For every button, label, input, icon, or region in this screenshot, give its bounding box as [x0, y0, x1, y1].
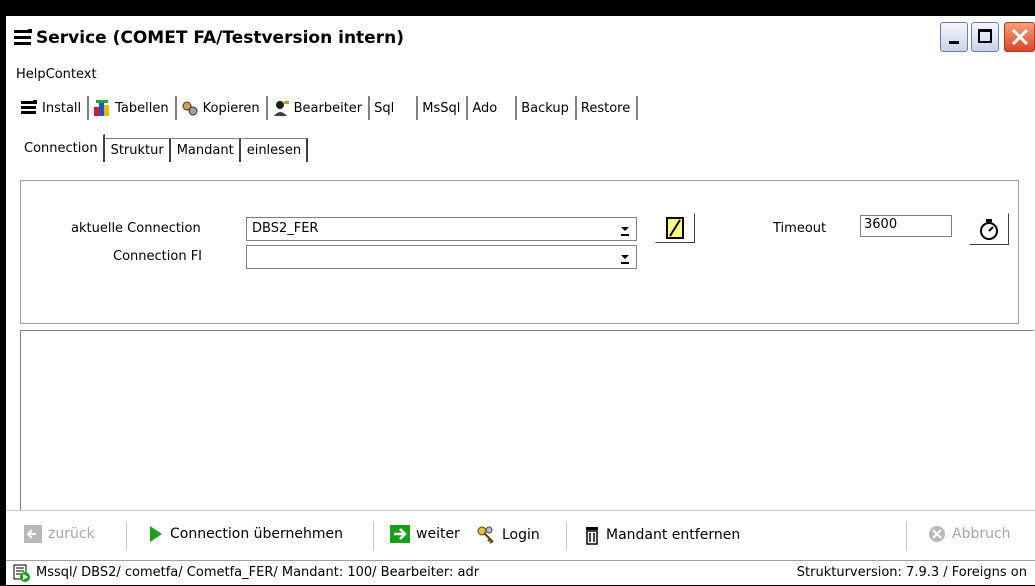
sub-tab-bar: Connection Struktur Mandant einlesen — [18, 134, 309, 162]
menu-help-context[interactable]: HelpContext — [16, 67, 97, 82]
install-icon — [21, 100, 37, 114]
tab-install[interactable]: Install — [16, 96, 90, 120]
window-title: Service (COMET FA/Testversion intern) — [36, 28, 404, 48]
keys-icon — [477, 526, 494, 544]
connection-fi-select[interactable] — [246, 245, 637, 269]
arrow-right-icon — [390, 525, 410, 543]
tab-tabellen[interactable]: Tabellen — [89, 96, 177, 120]
tab-bearbeiter-label: Bearbeiter — [293, 100, 363, 116]
cancel-button[interactable]: Abbruch — [928, 525, 1011, 543]
subtab-mandant[interactable]: Mandant — [170, 138, 241, 162]
timeout-input[interactable]: 3600 — [860, 215, 952, 237]
app-icon — [14, 29, 32, 45]
chevron-down-icon[interactable] — [616, 220, 634, 238]
tab-bearbeiter[interactable]: Bearbeiter — [268, 96, 371, 120]
timeout-button[interactable] — [969, 213, 1009, 245]
cancel-label: Abbruch — [952, 526, 1011, 542]
subtab-struktur-label: Struktur — [110, 143, 164, 158]
status-structure-version: Strukturversion: 7.9.3 / Foreigns on — [796, 565, 1027, 580]
play-icon — [150, 526, 162, 542]
subtab-einlesen-label: einlesen — [246, 143, 302, 158]
database-status-icon — [13, 564, 30, 582]
tab-sql-label: Sql — [374, 100, 395, 116]
tab-ado-label: Ado — [472, 100, 498, 116]
main-tab-bar: Install Tabellen Kopieren Bearbeiter Sql — [16, 94, 639, 122]
tab-restore[interactable]: Restore — [577, 96, 639, 120]
next-label: weiter — [416, 526, 460, 542]
current-connection-value: DBS2_FER — [252, 221, 319, 236]
timeout-label: Timeout — [773, 221, 827, 236]
wizard-toolbar: zurück Connection übernehmen weiter Logi… — [6, 510, 1035, 561]
subtab-connection-label: Connection — [24, 141, 98, 156]
remove-client-button[interactable]: Mandant entfernen — [584, 525, 740, 545]
log-memo[interactable] — [20, 330, 1034, 512]
remove-client-label: Mandant entfernen — [606, 527, 741, 543]
chevron-down-icon[interactable] — [616, 248, 634, 266]
toolbar-separator — [126, 521, 127, 551]
copy-gears-icon — [182, 101, 198, 116]
subtab-mandant-label: Mandant — [176, 143, 234, 158]
toolbar-separator — [373, 521, 374, 551]
connection-panel: aktuelle Connection DBS2_FER Timeout 360… — [20, 180, 1019, 324]
tab-sql[interactable]: Sql — [370, 96, 419, 120]
editor-user-icon — [273, 101, 289, 116]
trash-icon — [586, 527, 598, 545]
connection-fi-label: Connection FI — [113, 249, 203, 264]
tab-ado[interactable]: Ado — [468, 96, 518, 120]
minimize-icon — [949, 41, 959, 44]
apply-connection-label: Connection übernehmen — [170, 526, 344, 542]
toolbar-separator — [906, 521, 907, 551]
stopwatch-icon — [980, 219, 998, 240]
login-label: Login — [502, 527, 540, 543]
tab-mssql[interactable]: MsSql — [418, 96, 469, 120]
minimize-button[interactable] — [940, 22, 968, 52]
edit-connection-button[interactable] — [655, 213, 695, 243]
app-window: Service (COMET FA/Testversion intern) He… — [6, 16, 1035, 585]
login-button[interactable]: Login — [476, 525, 540, 545]
tables-icon — [94, 100, 110, 116]
status-bar: Mssql/ DBS2/ cometfa/ Cometfa_FER/ Manda… — [6, 560, 1035, 586]
current-connection-select[interactable]: DBS2_FER — [246, 217, 637, 241]
tab-backup[interactable]: Backup — [517, 96, 577, 120]
tab-kopieren[interactable]: Kopieren — [177, 96, 268, 120]
next-button[interactable]: weiter — [390, 525, 460, 543]
subtab-connection[interactable]: Connection — [18, 134, 105, 162]
maximize-button[interactable] — [971, 22, 999, 52]
cancel-icon — [929, 526, 945, 542]
maximize-icon — [978, 29, 992, 43]
close-icon — [1011, 28, 1029, 46]
arrow-left-icon — [24, 525, 42, 543]
subtab-struktur[interactable]: Struktur — [104, 138, 171, 162]
toolbar-separator — [566, 521, 567, 551]
apply-connection-button[interactable]: Connection übernehmen — [148, 525, 343, 543]
back-button[interactable]: zurück — [24, 525, 95, 543]
timeout-value: 3600 — [864, 217, 898, 232]
tab-mssql-label: MsSql — [422, 100, 461, 116]
lightning-edit-icon — [666, 217, 684, 239]
status-connection-info: Mssql/ DBS2/ cometfa/ Cometfa_FER/ Manda… — [36, 565, 480, 580]
tab-tabellen-label: Tabellen — [115, 100, 169, 116]
back-label: zurück — [48, 526, 95, 542]
tab-kopieren-label: Kopieren — [202, 100, 260, 116]
tab-backup-label: Backup — [521, 100, 569, 116]
current-connection-label: aktuelle Connection — [71, 221, 201, 236]
subtab-einlesen[interactable]: einlesen — [240, 138, 309, 162]
close-button[interactable] — [1004, 22, 1035, 52]
tab-restore-label: Restore — [580, 100, 631, 116]
tab-install-label: Install — [42, 100, 82, 116]
title-bar[interactable]: Service (COMET FA/Testversion intern) — [6, 16, 1035, 60]
